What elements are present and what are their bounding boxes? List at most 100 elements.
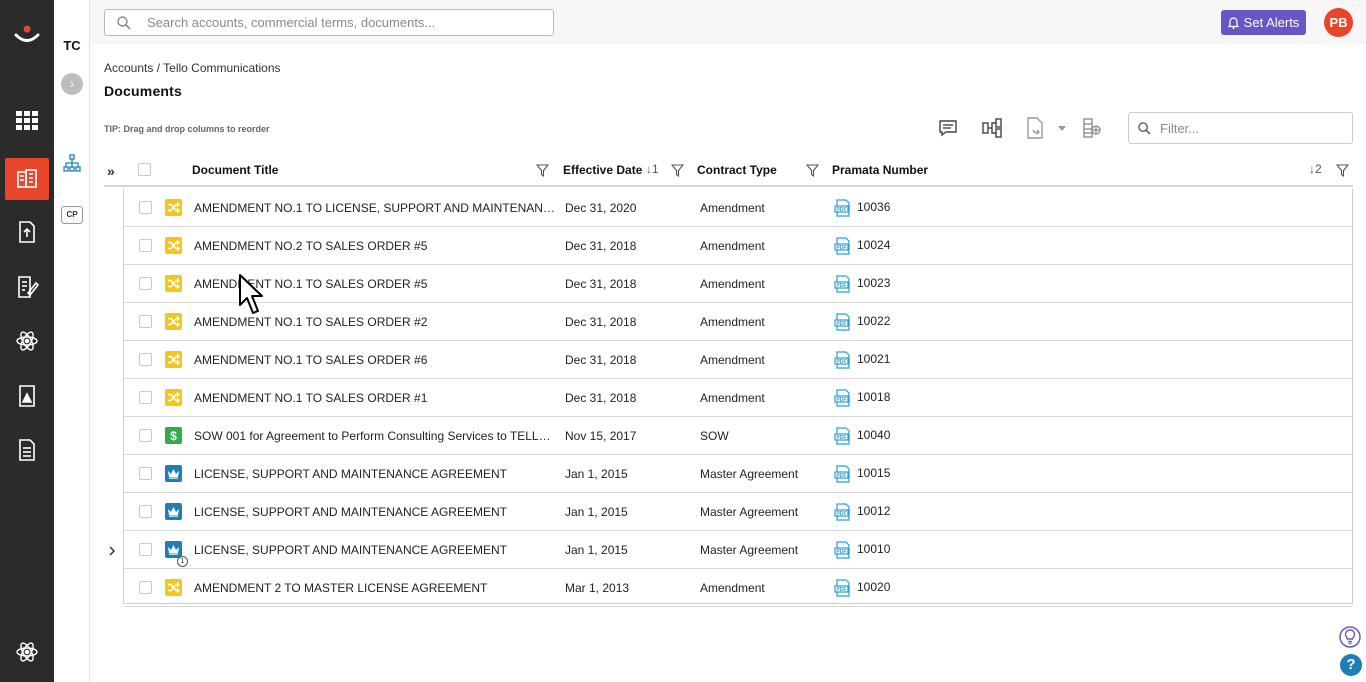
search-icon	[117, 15, 131, 30]
pramata-number-cell[interactable]: 10010	[857, 542, 890, 556]
row-checkbox[interactable]	[139, 581, 152, 594]
pdf-icon[interactable]: PDF	[834, 351, 852, 369]
row-checkbox[interactable]	[139, 239, 152, 252]
document-title-link[interactable]: AMENDMENT 2 TO MASTER LICENSE AGREEMENT	[194, 581, 487, 595]
pdf-icon[interactable]: PDF	[834, 237, 852, 255]
export-document-icon[interactable]	[1024, 116, 1048, 140]
document-title-link[interactable]: AMENDMENT NO.1 TO SALES ORDER #2	[194, 315, 427, 329]
table-row[interactable]: 1 LICENSE, SUPPORT AND MAINTENANCE AGREEM…	[124, 531, 1352, 569]
apps-grid-icon[interactable]	[5, 100, 49, 142]
breadcrumb[interactable]: Accounts / Tello Communications	[104, 61, 281, 75]
document-title-link[interactable]: AMENDMENT NO.2 TO SALES ORDER #5	[194, 239, 427, 253]
number-sort-indicator[interactable]: ↓2	[1309, 162, 1322, 176]
row-checkbox[interactable]	[139, 391, 152, 404]
row-checkbox[interactable]	[139, 315, 152, 328]
global-search	[104, 9, 554, 36]
column-header-pramata-number[interactable]: Pramata Number	[832, 163, 928, 177]
table-row[interactable]: AMENDMENT 2 TO MASTER LICENSE AGREEMENT M…	[124, 569, 1352, 607]
pdf-icon[interactable]: PDF	[834, 541, 852, 559]
list-document-icon[interactable]	[5, 429, 49, 471]
select-all-checkbox[interactable]	[138, 163, 151, 176]
table-row[interactable]: LICENSE, SUPPORT AND MAINTENANCE AGREEME…	[124, 455, 1352, 493]
document-title-link[interactable]: AMENDMENT NO.1 TO SALES ORDER #1	[194, 391, 427, 405]
contract-type-cell: Amendment	[700, 581, 765, 595]
date-filter-icon[interactable]	[671, 164, 684, 177]
date-sort-indicator[interactable]: ↓1	[646, 162, 659, 176]
cp-button[interactable]: CP	[61, 206, 83, 224]
pramata-number-cell[interactable]: 10036	[857, 200, 890, 214]
row-checkbox[interactable]	[139, 277, 152, 290]
expand-all-icon[interactable]: »	[107, 163, 115, 179]
pramata-number-cell[interactable]: 10023	[857, 276, 890, 290]
help-icon[interactable]: ?	[1340, 654, 1362, 676]
pdf-icon[interactable]: PDF	[834, 199, 852, 217]
table-row[interactable]: $ SOW 001 for Agreement to Perform Consul…	[124, 417, 1352, 455]
atom-icon[interactable]	[5, 320, 49, 362]
pdf-icon[interactable]: PDF	[834, 465, 852, 483]
column-header-effective-date[interactable]: Effective Date	[563, 163, 642, 177]
column-header-document-title[interactable]: Document Title	[192, 163, 278, 177]
pramata-number-cell[interactable]: 10012	[857, 504, 890, 518]
table-row[interactable]: AMENDMENT NO.1 TO SALES ORDER #6 Dec 31, …	[124, 341, 1352, 379]
document-title-link[interactable]: SOW 001 for Agreement to Perform Consult…	[194, 429, 556, 443]
column-settings-icon[interactable]	[1080, 116, 1104, 140]
pdf-icon[interactable]: PDF	[834, 313, 852, 331]
comments-icon[interactable]	[936, 116, 960, 140]
document-title-link[interactable]: AMENDMENT NO.1 TO LICENSE, SUPPORT AND M…	[194, 201, 556, 215]
pramata-number-cell[interactable]: 10022	[857, 314, 890, 328]
pramata-number-cell[interactable]: 10018	[857, 390, 890, 404]
pdf-icon[interactable]: PDF	[834, 389, 852, 407]
pramata-number-cell[interactable]: 10040	[857, 428, 890, 442]
row-checkbox[interactable]	[139, 543, 152, 556]
type-filter-icon[interactable]	[806, 164, 819, 177]
page-title: Documents	[104, 83, 183, 99]
svg-text:PDF: PDF	[837, 359, 847, 365]
pdf-icon[interactable]: PDF	[834, 427, 852, 445]
table-row[interactable]: AMENDMENT NO.1 TO SALES ORDER #2 Dec 31, …	[124, 303, 1352, 341]
document-title-link[interactable]: AMENDMENT NO.1 TO SALES ORDER #5	[194, 277, 427, 291]
pramata-number-cell[interactable]: 10020	[857, 580, 890, 594]
lightbulb-icon[interactable]	[1339, 626, 1361, 648]
edit-document-icon[interactable]	[5, 266, 49, 308]
global-search-input[interactable]	[147, 15, 527, 30]
set-alerts-button[interactable]: Set Alerts	[1221, 10, 1306, 35]
table-filter-input[interactable]	[1160, 120, 1350, 136]
upload-document-icon[interactable]	[5, 211, 49, 253]
document-title-link[interactable]: AMENDMENT NO.1 TO SALES ORDER #6	[194, 353, 427, 367]
settings-atom-icon[interactable]	[5, 631, 49, 673]
contract-type-cell: Amendment	[700, 201, 765, 215]
document-title-link[interactable]: LICENSE, SUPPORT AND MAINTENANCE AGREEME…	[194, 543, 507, 557]
row-checkbox[interactable]	[139, 467, 152, 480]
pramata-number-cell[interactable]: 10015	[857, 466, 890, 480]
document-title-link[interactable]: LICENSE, SUPPORT AND MAINTENANCE AGREEME…	[194, 505, 507, 519]
pdf-icon[interactable]: PDF	[834, 579, 852, 597]
effective-date-cell: Dec 31, 2020	[565, 201, 637, 215]
pdf-icon[interactable]: PDF	[834, 275, 852, 293]
number-filter-icon[interactable]	[1336, 164, 1349, 177]
row-expand-chevron-icon[interactable]	[106, 544, 118, 556]
hierarchy-tree-icon[interactable]	[63, 154, 81, 172]
expand-panel-chevron-icon[interactable]: ›	[61, 73, 83, 95]
table-row[interactable]: AMENDMENT NO.2 TO SALES ORDER #5 Dec 31, …	[124, 227, 1352, 265]
logo-icon[interactable]	[11, 22, 43, 48]
user-avatar[interactable]: PB	[1324, 8, 1353, 37]
title-filter-icon[interactable]	[536, 164, 549, 177]
table-row[interactable]: AMENDMENT NO.1 TO LICENSE, SUPPORT AND M…	[124, 189, 1352, 227]
hierarchy-view-icon[interactable]	[980, 116, 1004, 140]
report-document-icon[interactable]	[5, 375, 49, 417]
table-row[interactable]: AMENDMENT NO.1 TO SALES ORDER #5 Dec 31, …	[124, 265, 1352, 303]
pdf-icon[interactable]: PDF	[834, 503, 852, 521]
row-checkbox[interactable]	[139, 505, 152, 518]
accounts-building-icon[interactable]	[5, 158, 49, 200]
table-row[interactable]: LICENSE, SUPPORT AND MAINTENANCE AGREEME…	[124, 493, 1352, 531]
row-checkbox[interactable]	[139, 353, 152, 366]
row-checkbox[interactable]	[139, 201, 152, 214]
pramata-number-cell[interactable]: 10024	[857, 238, 890, 252]
master-agreement-crown-icon	[165, 465, 182, 482]
row-checkbox[interactable]	[139, 429, 152, 442]
column-header-contract-type[interactable]: Contract Type	[697, 163, 777, 177]
document-title-link[interactable]: LICENSE, SUPPORT AND MAINTENANCE AGREEME…	[194, 467, 507, 481]
export-dropdown-chevron-icon[interactable]	[1052, 116, 1072, 140]
table-row[interactable]: AMENDMENT NO.1 TO SALES ORDER #1 Dec 31, …	[124, 379, 1352, 417]
pramata-number-cell[interactable]: 10021	[857, 352, 890, 366]
